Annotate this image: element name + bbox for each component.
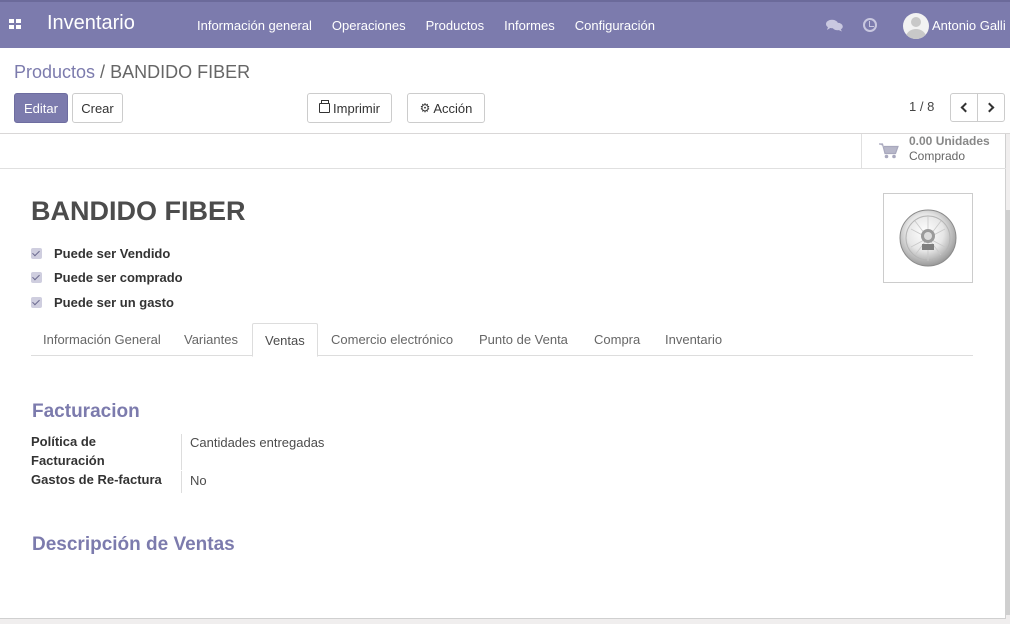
- product-image[interactable]: [883, 193, 973, 283]
- print-button[interactable]: Imprimir: [307, 93, 392, 123]
- invoicing-policy-value[interactable]: Cantidades entregadas: [190, 435, 324, 450]
- print-label: Imprimir: [333, 100, 380, 116]
- action-button[interactable]: ⚙ Acción: [407, 93, 485, 123]
- chat-icon[interactable]: [826, 19, 843, 32]
- tire-image: [899, 209, 957, 267]
- field-divider: [181, 471, 182, 493]
- user-avatar[interactable]: [903, 13, 929, 39]
- reinvoice-expenses-label: Gastos de Re-factura: [31, 472, 162, 487]
- main-menu: Información general Operaciones Producto…: [187, 16, 665, 36]
- tab-informacion-general[interactable]: Información General: [31, 323, 173, 356]
- apps-menu-icon[interactable]: [9, 19, 21, 29]
- breadcrumb-productos[interactable]: Productos: [14, 62, 95, 82]
- create-button[interactable]: Crear: [72, 93, 123, 123]
- menu-item-informes[interactable]: Informes: [494, 16, 565, 36]
- invoicing-policy-label: Política de Facturación: [31, 434, 105, 468]
- purchased-stat-button[interactable]: 0.00 Unidades Comprado: [861, 134, 1006, 169]
- can-be-sold-checkbox[interactable]: [31, 247, 42, 259]
- shopping-cart-icon: [879, 143, 899, 159]
- menu-item-productos[interactable]: Productos: [416, 16, 495, 36]
- action-label: Acción: [433, 100, 473, 116]
- smart-button-box: 0.00 Unidades Comprado: [0, 134, 1006, 169]
- sales-description-title: Descripción de Ventas: [32, 534, 235, 555]
- breadcrumb-separator: /: [95, 62, 111, 82]
- reinvoice-expenses-value[interactable]: No: [190, 473, 207, 488]
- printer-icon: [319, 100, 331, 113]
- tab-comercio-electronico[interactable]: Comercio electrónico: [319, 323, 465, 356]
- stat-label: Comprado: [909, 149, 966, 163]
- menu-item-operaciones[interactable]: Operaciones: [322, 16, 416, 36]
- user-name[interactable]: Antonio Galli: [932, 18, 1006, 33]
- can-be-purchased-checkbox[interactable]: [31, 272, 42, 284]
- option-can-be-sold: Puede ser Vendido: [31, 241, 183, 266]
- option-label: Puede ser Vendido: [54, 245, 171, 261]
- tab-ventas[interactable]: Ventas: [252, 323, 318, 357]
- stat-value: 0.00 Unidades: [909, 134, 990, 148]
- breadcrumb: Productos / BANDIDO FIBER: [14, 62, 250, 83]
- app-title[interactable]: Inventario: [47, 12, 135, 35]
- option-can-be-purchased: Puede ser comprado: [31, 266, 183, 291]
- scrollbar-thumb[interactable]: [1006, 210, 1010, 615]
- control-panel: Productos / BANDIDO FIBER Editar Crear I…: [0, 48, 1010, 134]
- can-be-expensed-checkbox[interactable]: [31, 296, 42, 308]
- chevron-left-icon: [960, 102, 971, 113]
- tab-inventario[interactable]: Inventario: [653, 323, 734, 356]
- breadcrumb-current: BANDIDO FIBER: [110, 62, 251, 82]
- tab-punto-de-venta[interactable]: Punto de Venta: [467, 323, 580, 356]
- form-sheet: 0.00 Unidades Comprado BANDIDO FIBER Pue…: [0, 134, 1006, 619]
- top-navbar: Inventario Información general Operacion…: [0, 0, 1010, 48]
- chevron-right-icon: [984, 102, 995, 113]
- tab-variantes[interactable]: Variantes: [172, 323, 250, 356]
- edit-button[interactable]: Editar: [14, 93, 68, 123]
- menu-item-informacion-general[interactable]: Información general: [187, 16, 322, 36]
- product-name: BANDIDO FIBER: [31, 196, 246, 226]
- product-options: Puede ser Vendido Puede ser comprado Pue…: [31, 241, 183, 315]
- activity-clock-icon[interactable]: [863, 18, 877, 32]
- pager-previous-button[interactable]: [950, 93, 978, 122]
- gear-icon: ⚙: [419, 101, 431, 115]
- pager-counter[interactable]: 1 / 8: [909, 99, 934, 114]
- option-label: Puede ser comprado: [54, 270, 183, 286]
- pager-next-button[interactable]: [977, 93, 1005, 122]
- menu-item-configuracion[interactable]: Configuración: [565, 16, 665, 36]
- option-can-be-expensed: Puede ser un gasto: [31, 290, 183, 315]
- notebook-tabs: Información General Variantes Ventas Com…: [31, 323, 973, 357]
- tab-compra[interactable]: Compra: [582, 323, 652, 356]
- field-divider: [181, 434, 182, 470]
- invoicing-section-title: Facturacion: [32, 401, 140, 422]
- option-label: Puede ser un gasto: [54, 294, 174, 310]
